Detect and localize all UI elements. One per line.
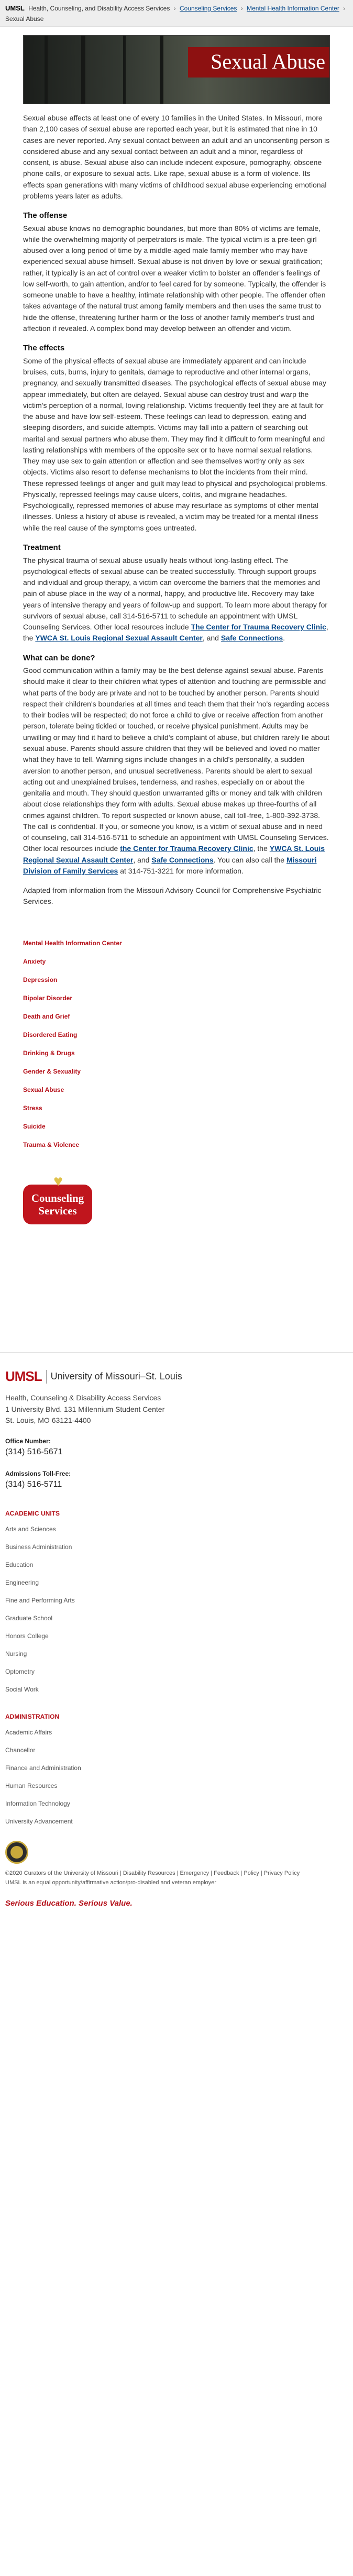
- todo-connector: , the: [253, 844, 268, 853]
- admin-link[interactable]: Finance and Administration: [5, 1763, 348, 1773]
- treatment-connector: , and: [202, 634, 219, 643]
- footer-university-name: University of Missouri–St. Louis: [50, 1371, 182, 1382]
- breadcrumb-item-counseling[interactable]: Counseling Services: [180, 5, 237, 12]
- effects-heading: The effects: [23, 344, 65, 353]
- academic-link[interactable]: Optometry: [5, 1667, 348, 1676]
- breadcrumb-separator-icon: ›: [343, 5, 346, 12]
- footer-umsl-logo: UMSL: [5, 1368, 42, 1385]
- administration-heading: ADMINISTRATION: [5, 1712, 60, 1720]
- todo-connector: . You can also call the: [213, 855, 285, 864]
- safe-connections-link[interactable]: Safe Connections: [221, 634, 283, 642]
- nav-item-stress[interactable]: Stress: [23, 1103, 330, 1113]
- breadcrumb: UMSL Health, Counseling, and Disability …: [5, 3, 348, 24]
- nav-item-trauma-violence[interactable]: Trauma & Violence: [23, 1140, 330, 1149]
- nav-item-anxiety[interactable]: Anxiety: [23, 957, 330, 966]
- academic-link[interactable]: Engineering: [5, 1578, 348, 1587]
- tree-silhouette: [123, 35, 126, 104]
- nav-item-bipolar[interactable]: Bipolar Disorder: [23, 993, 330, 1003]
- office-phone[interactable]: (314) 516-5671: [5, 1446, 348, 1458]
- offense-heading: The offense: [23, 211, 68, 220]
- nav-item-disordered-eating[interactable]: Disordered Eating: [23, 1030, 330, 1040]
- effects-paragraph: Some of the physical effects of sexual a…: [23, 356, 327, 532]
- academic-link[interactable]: Business Administration: [5, 1542, 348, 1552]
- legal-links[interactable]: ©2020 Curators of the University of Miss…: [5, 1869, 348, 1878]
- admissions-label: Admissions Toll-Free:: [5, 1469, 71, 1477]
- umsl-logo[interactable]: UMSL: [5, 4, 25, 12]
- mental-health-nav: Mental Health Information Center Anxiety…: [0, 917, 353, 1169]
- hero-banner: Sexual Abuse: [23, 35, 330, 104]
- admin-link[interactable]: Information Technology: [5, 1799, 348, 1808]
- tree-silhouette: [160, 35, 163, 104]
- heart-icon: ♥: [53, 1173, 63, 1190]
- todo-end: at 314-751-3221 for more information.: [120, 866, 244, 875]
- university-seal-icon: [5, 1840, 28, 1864]
- eeo-statement: UMSL is an equal opportunity/affirmative…: [5, 1880, 216, 1886]
- breadcrumb-item-current: Sexual Abuse: [5, 15, 44, 23]
- treatment-paragraph: The physical trauma of sexual abuse usua…: [23, 555, 330, 644]
- what-can-be-done-paragraph: Good communication within a family may b…: [23, 665, 330, 877]
- ywca-link[interactable]: YWCA St. Louis Regional Sexual Assault C…: [35, 634, 202, 642]
- footer-dept: Health, Counseling & Disability Access S…: [5, 1394, 161, 1402]
- badge-line1: Counseling: [31, 1192, 84, 1205]
- treatment-heading: Treatment: [23, 543, 61, 552]
- nav-item-drinking-drugs[interactable]: Drinking & Drugs: [23, 1048, 330, 1058]
- academic-link[interactable]: Graduate School: [5, 1613, 348, 1623]
- nav-item-gender-sexuality[interactable]: Gender & Sexuality: [23, 1067, 330, 1076]
- admin-link[interactable]: Chancellor: [5, 1745, 348, 1755]
- counseling-services-badge[interactable]: ♥ Counseling Services: [23, 1173, 92, 1232]
- main-content: Sexual Abuse Sexual abuse affects at lea…: [0, 27, 353, 917]
- breadcrumb-separator-icon: ›: [173, 5, 176, 12]
- administration-units: ADMINISTRATION Academic Affairs Chancell…: [5, 1712, 348, 1826]
- office-number-label: Office Number:: [5, 1437, 51, 1445]
- offense-paragraph: Sexual abuse knows no demographic bounda…: [23, 224, 326, 333]
- footer-logo[interactable]: UMSL University of Missouri–St. Louis: [5, 1366, 348, 1387]
- treatment-text: The physical trauma of sexual abuse usua…: [23, 556, 328, 632]
- trauma-recovery-link[interactable]: the Center for Trauma Recovery Clinic: [120, 844, 253, 853]
- academic-link[interactable]: Education: [5, 1560, 348, 1569]
- tree-silhouette: [81, 35, 85, 104]
- admissions-phone[interactable]: (314) 516-5711: [5, 1478, 348, 1491]
- what-can-be-done-heading: What can be done?: [23, 653, 95, 662]
- admin-link[interactable]: University Advancement: [5, 1817, 348, 1826]
- source-note: Adapted from information from the Missou…: [23, 886, 322, 906]
- badge-text: Counseling Services: [25, 1192, 90, 1217]
- academic-link[interactable]: Honors College: [5, 1631, 348, 1641]
- footer-address-1: 1 University Blvd. 131 Millennium Studen…: [5, 1405, 165, 1413]
- academic-units: ACADEMIC UNITS Arts and Sciences Busines…: [5, 1509, 348, 1694]
- admin-link[interactable]: Academic Affairs: [5, 1728, 348, 1737]
- treatment-end: .: [283, 634, 285, 643]
- nav-item-depression[interactable]: Depression: [23, 975, 330, 985]
- academic-units-heading: ACADEMIC UNITS: [5, 1509, 60, 1517]
- safe-connections-link[interactable]: Safe Connections: [151, 856, 213, 864]
- intro-paragraph: Sexual abuse affects at least one of eve…: [23, 113, 330, 200]
- academic-link[interactable]: Arts and Sciences: [5, 1524, 348, 1534]
- admin-link[interactable]: Human Resources: [5, 1781, 348, 1790]
- hero-title: Sexual Abuse: [211, 49, 325, 73]
- nav-item-death-grief[interactable]: Death and Grief: [23, 1012, 330, 1021]
- seal-center: [10, 1845, 23, 1859]
- breadcrumb-item-hcdas[interactable]: Health, Counseling, and Disability Acces…: [28, 5, 170, 12]
- top-breadcrumb-bar: UMSL Health, Counseling, and Disability …: [0, 0, 353, 27]
- academic-link[interactable]: Fine and Performing Arts: [5, 1596, 348, 1605]
- nav-item-sexual-abuse[interactable]: Sexual Abuse: [23, 1085, 330, 1094]
- todo-text: Good communication within a family may b…: [23, 666, 329, 853]
- nav-item-mhic[interactable]: Mental Health Information Center: [23, 938, 330, 948]
- breadcrumb-separator-icon: ›: [240, 5, 243, 12]
- trauma-recovery-link[interactable]: The Center for Trauma Recovery Clinic: [191, 623, 326, 631]
- logo-divider: [46, 1369, 47, 1384]
- academic-link[interactable]: Nursing: [5, 1649, 348, 1659]
- footer-slogan: Serious Education. Serious Value.: [5, 1898, 133, 1908]
- site-footer: UMSL University of Missouri–St. Louis He…: [0, 1352, 353, 1915]
- breadcrumb-item-mhic[interactable]: Mental Health Information Center: [247, 5, 339, 12]
- academic-link[interactable]: Social Work: [5, 1685, 348, 1694]
- nav-item-suicide[interactable]: Suicide: [23, 1122, 330, 1131]
- footer-address-2: St. Louis, MO 63121-4400: [5, 1416, 91, 1425]
- badge-line2: Services: [38, 1204, 77, 1218]
- tree-silhouette: [45, 35, 48, 104]
- todo-connector: , and: [133, 855, 150, 864]
